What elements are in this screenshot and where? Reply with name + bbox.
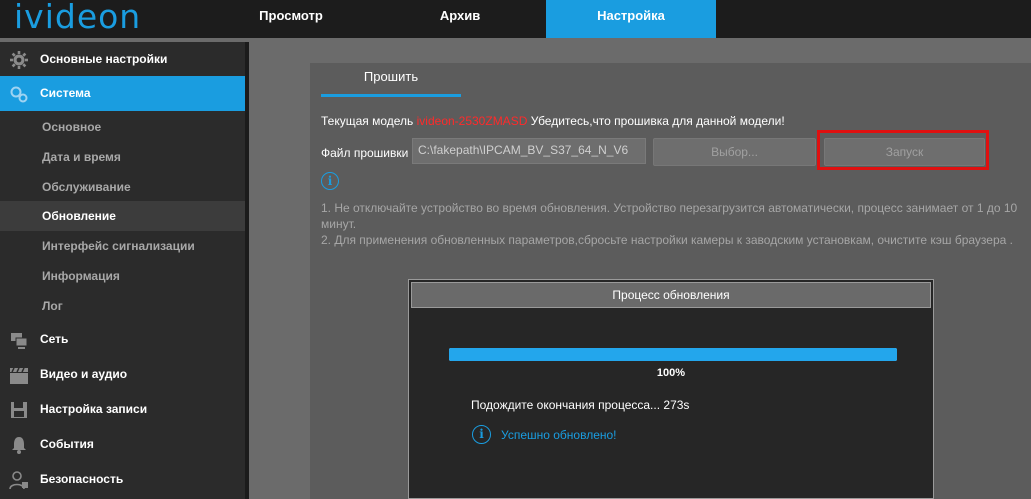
info-icon: i: [321, 172, 339, 190]
launch-button[interactable]: Запуск: [824, 138, 985, 166]
bell-icon: [12, 437, 26, 454]
tab-archive[interactable]: Архив: [425, 0, 495, 38]
sidebar-subitem-log[interactable]: Лог: [0, 291, 245, 321]
update-progress-dialog: Процесс обновления 100% Подождите оконча…: [408, 279, 934, 499]
sidebar-subitem-label: Лог: [42, 299, 63, 313]
sidebar-subitem-basic[interactable]: Основное: [0, 112, 245, 142]
progress-fill: [449, 348, 897, 361]
sidebar-subitem-label: Основное: [42, 120, 102, 134]
sidebar-item-label: Настройка записи: [40, 402, 148, 416]
sidebar-item-basic-settings[interactable]: Основные настройки: [0, 42, 245, 77]
note-2: 2. Для применения обновленных параметров…: [321, 233, 1013, 247]
sidebar-subitem-label: Обслуживание: [42, 180, 131, 194]
sidebar-subitem-date-time[interactable]: Дата и время: [0, 142, 245, 172]
current-model-line: Текущая модель ivideon-2530ZMASD Убедите…: [321, 114, 785, 128]
sidebar: Основные настройки Система Основное Дата…: [0, 42, 245, 499]
sidebar-subitem-label: Дата и время: [42, 150, 121, 164]
success-message: Успешно обновлено!: [501, 428, 617, 442]
tab-firmware[interactable]: Прошить: [321, 63, 461, 95]
sidebar-item-security[interactable]: Безопасность: [0, 462, 245, 497]
sidebar-subitem-maintenance[interactable]: Обслуживание: [0, 172, 245, 202]
sidebar-item-events[interactable]: События: [0, 427, 245, 462]
sidebar-item-system[interactable]: Система: [0, 76, 245, 111]
sidebar-item-label: Безопасность: [40, 472, 124, 486]
progress-bar: [449, 348, 897, 361]
sidebar-item-label: События: [40, 437, 94, 451]
sidebar-subitem-alarm-interface[interactable]: Интерфейс сигнализации: [0, 231, 245, 261]
gear-icon: [10, 51, 28, 69]
sidebar-item-video-audio[interactable]: Видео и аудио: [0, 357, 245, 392]
sidebar-subitem-label: Информация: [42, 269, 120, 283]
model-warning: Убедитесь,что прошивка для данной модели…: [530, 114, 785, 128]
user-lock-icon: [9, 471, 28, 490]
dialog-title: Процесс обновления: [411, 282, 931, 308]
sidebar-subitem-information[interactable]: Информация: [0, 261, 245, 291]
model-name: ivideon-2530ZMASD: [416, 114, 528, 128]
sidebar-item-label: Основные настройки: [40, 52, 168, 66]
gears-icon: [10, 86, 28, 103]
progress-percent: 100%: [656, 367, 686, 379]
top-bar: ivideon Просмотр Архив Настройка: [0, 0, 1031, 38]
model-prefix: Текущая модель: [321, 114, 414, 128]
tab-settings[interactable]: Настройка: [546, 0, 716, 38]
tab-view[interactable]: Просмотр: [246, 0, 336, 38]
main-content: Прошить Текущая модель ivideon-2530ZMASD…: [249, 42, 1031, 499]
sidebar-item-label: Видео и аудио: [40, 367, 128, 381]
info-icon: i: [472, 425, 491, 444]
note-1: 1. Не отключайте устройство во время обн…: [321, 201, 1018, 231]
sidebar-subitem-update[interactable]: Обновление: [0, 201, 245, 231]
sidebar-subitem-label: Обновление: [42, 209, 116, 223]
sidebar-item-label: Система: [40, 86, 91, 100]
wait-message: Подождите окончания процесса... 273s: [471, 398, 690, 412]
sidebar-item-label: Сеть: [40, 332, 69, 346]
firmware-file-input[interactable]: C:\fakepath\IPCAM_BV_S37_64_N_V6: [412, 138, 646, 164]
sidebar-subitem-label: Интерфейс сигнализации: [42, 239, 195, 253]
tab-underline: [321, 94, 461, 97]
firmware-panel: Прошить Текущая модель ivideon-2530ZMASD…: [310, 63, 1031, 499]
ivideon-logo[interactable]: ivideon: [14, 0, 141, 38]
sidebar-item-recording[interactable]: Настройка записи: [0, 392, 245, 427]
network-icon: [11, 333, 28, 349]
floppy-disk-icon: [11, 402, 27, 418]
sidebar-item-network[interactable]: Сеть: [0, 322, 245, 357]
firmware-file-label: Файл прошивки: [321, 146, 409, 160]
clapperboard-icon: [10, 367, 28, 384]
browse-button[interactable]: Выбор...: [653, 138, 816, 166]
